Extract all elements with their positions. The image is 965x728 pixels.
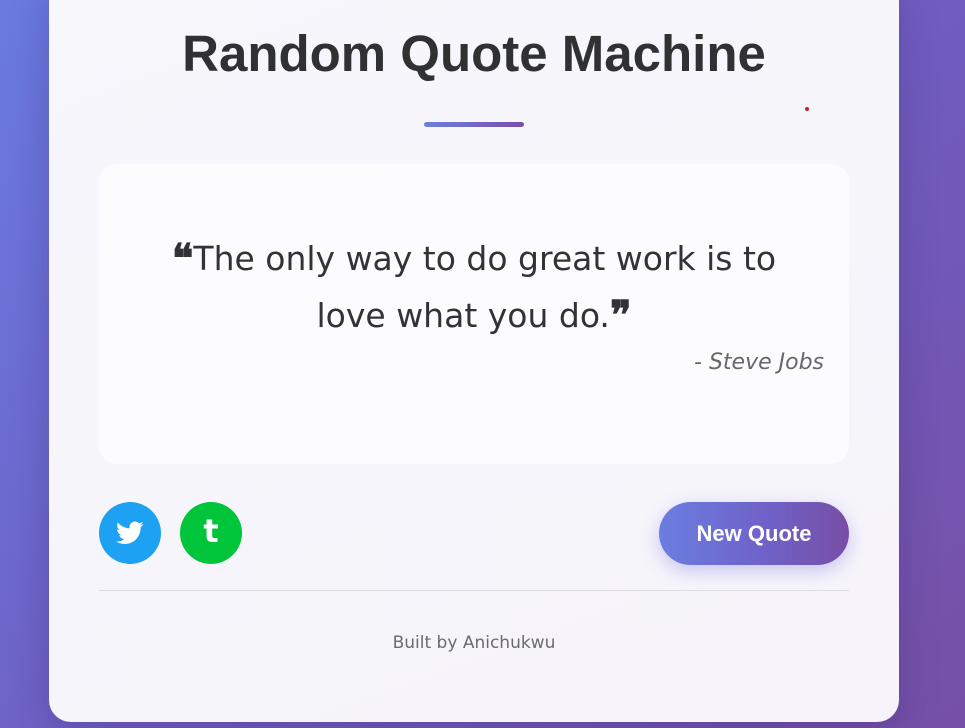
new-quote-button[interactable]: New Quote: [659, 502, 849, 565]
quote-card: Random Quote Machine ❝The only way to do…: [49, 0, 899, 722]
tweet-quote-button[interactable]: [99, 502, 161, 564]
quote-author: - Steve Jobs: [694, 350, 824, 375]
divider: [99, 590, 849, 591]
page-title: Random Quote Machine: [182, 25, 766, 82]
quote-box: ❝The only way to do great work is to lov…: [99, 164, 849, 464]
twitter-icon: [116, 521, 144, 544]
quote-text-block: ❝The only way to do great work is to lov…: [139, 230, 809, 344]
footer-credit: Built by Anichukwu: [392, 633, 556, 653]
tumblr-icon: t: [203, 512, 219, 550]
red-dot: [805, 107, 809, 111]
quote-text: The only way to do great work is to love…: [193, 239, 777, 335]
open-quote-icon: ❝: [171, 235, 194, 282]
post-tumblr-button[interactable]: t: [180, 502, 242, 564]
close-quote-icon: ❞: [609, 292, 632, 339]
title-underline: [424, 122, 524, 127]
